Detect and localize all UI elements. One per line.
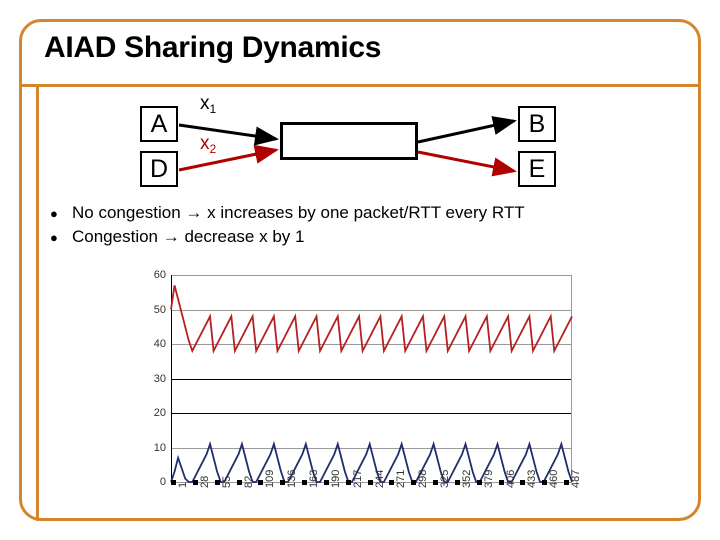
chart-plot-area [170, 275, 573, 483]
x-tick-marker [367, 480, 373, 485]
x-tick-marker [171, 480, 176, 485]
y-tick-label-30: 30 [153, 372, 166, 385]
flow-label-x1-sub: 1 [209, 102, 217, 116]
y-tick-label-10: 10 [153, 441, 166, 454]
x-tick-label-136: 136 [286, 469, 299, 488]
x-tick-label-460: 460 [548, 469, 561, 488]
x-tick-marker [236, 480, 242, 485]
chart-series-layer [170, 285, 573, 483]
network-diagram: A D B E x1 x2 [48, 92, 678, 200]
x-tick-marker [564, 480, 569, 485]
x-tick-marker [411, 480, 417, 485]
x-tick-label-325: 325 [439, 469, 451, 488]
x-tick-label-1: 1 [177, 481, 189, 488]
x-tick-marker [280, 480, 286, 485]
x-tick-marker [323, 480, 329, 485]
flow-label-x2-sub: 2 [209, 142, 217, 156]
x-tick-marker [454, 480, 460, 485]
series-x2 [170, 285, 573, 355]
node-b: B [518, 106, 556, 142]
bullet-list: ● No congestion → x increases by one pac… [50, 203, 670, 251]
node-a-label: A [150, 109, 168, 138]
x-tick-marker [258, 480, 264, 485]
y-tick-label-40: 40 [153, 338, 166, 350]
link-router-e [417, 150, 517, 177]
x-tick-marker [214, 480, 220, 485]
node-a: A [140, 106, 178, 142]
x-tick-marker [542, 480, 548, 485]
bullet-text: No congestion → x increases by one packe… [72, 203, 525, 222]
node-e-label: E [528, 154, 546, 183]
node-b-label: B [528, 109, 546, 138]
x-tick-label-433: 433 [526, 469, 539, 488]
y-tick-label-0: 0 [159, 476, 166, 488]
node-e: E [518, 151, 556, 187]
x-tick-label-352: 352 [460, 469, 473, 488]
bullet-marker-icon: ● [50, 206, 58, 221]
router-box [280, 122, 418, 160]
y-tick-label-20: 20 [153, 407, 166, 419]
x-tick-label-109: 109 [264, 469, 277, 488]
y-tick-label-60: 60 [153, 269, 166, 281]
x-tick-marker [302, 480, 307, 485]
x-tick-label-55: 55 [220, 475, 233, 488]
x-tick-label-163: 163 [308, 469, 320, 488]
bullet-marker-icon: ● [50, 230, 58, 245]
x-tick-label-217: 217 [351, 469, 364, 488]
x-tick-label-487: 487 [570, 469, 582, 488]
x-tick-marker [192, 480, 198, 485]
x-tick-marker [476, 480, 482, 485]
x-tick-label-244: 244 [373, 469, 386, 488]
x-tick-label-406: 406 [504, 469, 517, 488]
slide: AIAD Sharing Dynamics A D B E x1 x2 ● No… [0, 0, 720, 540]
link-d-router [178, 144, 279, 172]
flow-label-x1-base: x [200, 93, 210, 114]
x-tick-label-271: 271 [395, 469, 408, 488]
x-tick-label-190: 190 [329, 469, 342, 488]
bullet-text: Congestion → decrease x by 1 [72, 227, 305, 246]
node-d: D [140, 151, 178, 187]
list-item: ● No congestion → x increases by one pac… [50, 203, 670, 223]
x-tick-marker [433, 480, 438, 485]
x-tick-label-28: 28 [198, 475, 211, 488]
flow-label-x2-base: x [200, 133, 210, 154]
x-tick-marker [389, 480, 395, 485]
flow-label-x2: x2 [200, 133, 217, 156]
left-accent-bar [36, 84, 39, 521]
x-tick-marker [520, 480, 526, 485]
y-tick-label-50: 50 [153, 303, 166, 316]
link-a-router [178, 123, 279, 146]
title-divider [19, 84, 701, 87]
x-tick-marker [345, 480, 351, 485]
aiad-dynamics-chart: 0 10 20 30 40 50 60 1 28 55 82 109 136 163 190 217 244 2… [120, 266, 582, 516]
link-router-b [417, 116, 517, 144]
x-tick-label-82: 82 [242, 475, 255, 488]
x-tick-label-379: 379 [482, 469, 495, 488]
x-tick-label-298: 298 [417, 469, 430, 488]
x-tick-marker [498, 480, 504, 485]
list-item: ● Congestion → decrease x by 1 [50, 227, 670, 247]
node-d-label: D [149, 154, 169, 183]
page-title: AIAD Sharing Dynamics [44, 31, 382, 64]
flow-label-x1: x1 [200, 93, 217, 116]
